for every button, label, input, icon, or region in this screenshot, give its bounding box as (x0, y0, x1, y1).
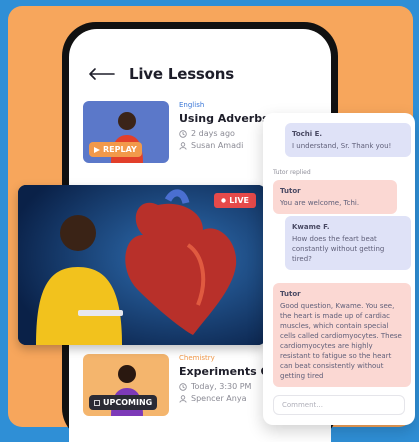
back-arrow-icon[interactable] (87, 67, 115, 81)
message-text: How does the feart beat constantly witho… (292, 235, 385, 263)
lesson-subject: English (179, 101, 205, 109)
page-title: Live Lessons (129, 65, 234, 83)
replay-badge: REPLAY (89, 142, 142, 157)
live-dot-icon (221, 198, 226, 203)
chat-panel: Tochi E. I understand, Sr. Thank you! Tu… (263, 113, 415, 425)
message-text: You are welcome, Tchi. (280, 199, 360, 207)
lesson-thumbnail: UPCOMING (83, 354, 169, 416)
clock-icon (179, 129, 187, 138)
chat-message: Kwame F. How does the feart beat constan… (285, 216, 411, 270)
message-sender: Tutor (280, 187, 301, 195)
person-icon (179, 141, 187, 150)
comment-input[interactable]: Comment... (273, 395, 405, 415)
play-icon (94, 146, 100, 153)
calendar-icon (94, 399, 100, 406)
upcoming-badge: UPCOMING (89, 395, 158, 410)
message-sender: Tutor (280, 290, 301, 298)
live-video-player[interactable]: LIVE (18, 185, 266, 345)
tutor-replied-label: Tutor replied (273, 169, 311, 176)
live-badge: LIVE (214, 193, 256, 208)
chat-message: Tutor Good question, Kwame. You see, the… (273, 283, 411, 387)
message-text: Good question, Kwame. You see, the heart… (280, 302, 402, 380)
message-sender: Tochi E. (292, 130, 323, 138)
message-text: I understand, Sr. Thank you! (292, 142, 392, 150)
lesson-thumbnail: REPLAY (83, 101, 169, 163)
message-sender: Kwame F. (292, 223, 330, 231)
header: Live Lessons (87, 65, 234, 83)
clock-icon (179, 382, 187, 391)
chat-message: Tochi E. I understand, Sr. Thank you! (285, 123, 411, 157)
video-frame (18, 185, 266, 345)
person-icon (179, 394, 187, 403)
chat-message: Tutor You are welcome, Tchi. (273, 180, 397, 214)
